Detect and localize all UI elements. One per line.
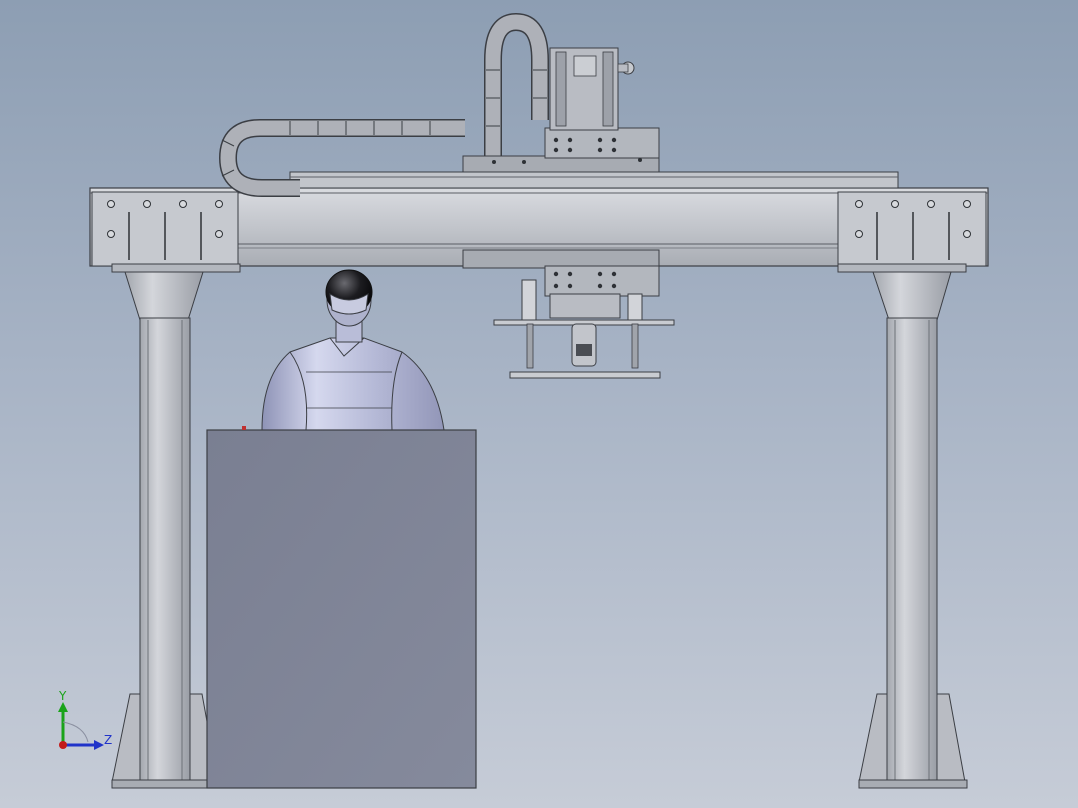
left-column-flare xyxy=(124,271,204,321)
right-column-baseplate xyxy=(858,779,968,789)
coordinate-triad-icon: Y Z xyxy=(58,689,112,750)
operator-mannequin xyxy=(261,269,445,431)
right-column-flare xyxy=(872,271,952,321)
mannequin-torso xyxy=(261,337,445,431)
left-column-gusset-left xyxy=(111,693,141,783)
cabinet-body xyxy=(206,429,477,789)
left-column xyxy=(111,271,221,789)
right-column-gusset-right xyxy=(936,693,966,783)
top-rail xyxy=(289,171,899,189)
control-cabinet xyxy=(206,426,477,789)
triad-y-label: Y xyxy=(58,689,67,703)
right-column-gusset-left xyxy=(858,693,888,783)
right-column xyxy=(858,271,968,789)
left-column-baseplate xyxy=(111,779,221,789)
cad-model-viewport[interactable]: Y Z xyxy=(0,0,1078,808)
triad-z-label: Z xyxy=(104,733,112,747)
